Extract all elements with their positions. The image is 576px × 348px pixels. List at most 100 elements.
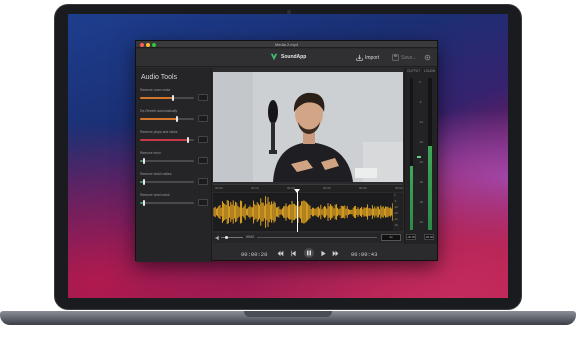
audio-tool-slider-track[interactable]	[140, 97, 194, 99]
play-icon[interactable]	[320, 250, 327, 257]
pause-button[interactable]	[304, 248, 314, 258]
waveform-area[interactable]: 0 -6 -12 -18 -24 -30	[213, 193, 403, 231]
audio-tool-slider-knob[interactable]	[176, 116, 178, 122]
import-icon	[356, 54, 363, 61]
waveform-db-tick: -18	[394, 212, 398, 215]
toolbar: SoundApp Import Save...	[136, 49, 437, 67]
loudness-target-marker[interactable]	[417, 156, 421, 158]
meter-scale-tick: 0	[419, 80, 421, 84]
video-preview[interactable]	[213, 72, 403, 182]
meter-scale-tick: -36	[419, 200, 424, 204]
audio-tool-slider-knob[interactable]	[172, 95, 174, 101]
save-label: Save...	[401, 54, 417, 61]
timeline-scrub-bar[interactable]	[257, 237, 377, 238]
video-frame-person-with-microphone	[213, 72, 403, 182]
audio-tool-slider-track[interactable]	[140, 139, 194, 141]
timeline-ruler[interactable]: 00:00 00:10 00:20 00:30 00:40 00:50	[213, 184, 403, 192]
audio-tool-5: Remove wind rustles	[140, 172, 210, 190]
audio-tool-value-field[interactable]	[198, 178, 208, 185]
window-title: Media 2.mp4	[274, 42, 299, 47]
audio-tool-value-field[interactable]	[198, 136, 208, 143]
timeline-controls: 00:00 1x	[213, 233, 403, 243]
meter-scale-tick: -42	[419, 220, 424, 224]
current-time: 00:00:20	[241, 251, 268, 258]
audio-tools-sidebar: Audio Tools Remove room noise De-Reverb a…	[136, 68, 212, 262]
loudness-meter-label: LOUDN	[424, 69, 436, 73]
waveform-db-scale: 0 -6 -12 -18 -24 -30	[393, 193, 403, 231]
loudness-meter	[428, 78, 432, 230]
playhead[interactable]	[297, 192, 298, 232]
waveform-db-tick: -12	[394, 206, 398, 209]
audio-tool-label: Remove plops and clicks	[140, 130, 178, 134]
ruler-tick-label: 00:40	[359, 186, 367, 190]
laptop-base-notch	[244, 311, 332, 317]
playback-speed-select[interactable]: 1x	[381, 234, 401, 241]
brand: SoundApp	[270, 53, 306, 61]
step-back-icon[interactable]	[290, 250, 297, 257]
audio-tool-slider-knob[interactable]	[143, 158, 145, 164]
output-meter	[410, 78, 413, 230]
audio-tool-label: De-Reverb automatically	[140, 109, 178, 113]
timeline-start-time: 00:00	[246, 235, 254, 239]
audio-tool-value-field[interactable]	[198, 157, 208, 164]
loudness-meter-fill	[428, 146, 432, 230]
waveform-db-tick: -6	[394, 200, 397, 203]
audio-tool-slider-track[interactable]	[140, 181, 194, 183]
audio-tool-slider-track[interactable]	[140, 202, 194, 204]
window-titlebar: Media 2.mp4	[136, 41, 437, 48]
total-time: 00:00:43	[351, 251, 378, 258]
loudness-peak-readout: -00:00	[424, 234, 434, 240]
ruler-tick-label: 00:50	[395, 186, 403, 190]
app-name: SoundApp	[281, 54, 307, 60]
transport-bar: 00:00:20 00:00:43	[213, 244, 437, 262]
main-area: 00:00 00:10 00:20 00:30 00:40 00:50 0 -6 -12 -18…	[213, 68, 437, 262]
import-button[interactable]: Import	[356, 54, 379, 61]
skip-to-start-icon[interactable]	[277, 250, 284, 257]
import-label: Import	[365, 54, 380, 61]
waveform-db-tick: 0	[394, 194, 396, 197]
audio-tool-slider-knob[interactable]	[187, 137, 189, 143]
ruler-tick-label: 00:30	[323, 186, 331, 190]
meter-scale-tick: -24	[419, 160, 424, 164]
save-icon	[392, 54, 399, 61]
audio-tool-value-field[interactable]	[198, 199, 208, 206]
meter-scale-tick: -12	[419, 120, 424, 124]
volume-slider-knob[interactable]	[225, 236, 228, 239]
waveform-db-tick: -30	[394, 224, 398, 227]
settings-button[interactable]	[424, 54, 431, 61]
level-meters: OUTPUT LOUDN 0 -6 -12 -18 -24 -30 -36 -42 -00:0…	[404, 68, 437, 244]
skip-forward-icon[interactable]	[332, 250, 339, 257]
output-peak-readout: -00:00	[406, 234, 416, 240]
audio-tool-1: Remove room noise	[140, 88, 210, 106]
ruler-tick-label: 00:00	[215, 186, 223, 190]
audio-tool-label: Remove echo	[140, 151, 161, 155]
output-meter-label: OUTPUT	[407, 69, 421, 73]
audio-tool-4: Remove echo	[140, 151, 210, 169]
meter-scale-tick: -6	[419, 100, 422, 104]
audio-tool-2: De-Reverb automatically	[140, 109, 210, 127]
gear-icon	[424, 54, 431, 61]
ruler-tick-label: 00:20	[287, 186, 295, 190]
audio-waveform	[213, 196, 393, 228]
ruler-tick-label: 00:10	[251, 186, 259, 190]
audio-tool-value-field[interactable]	[198, 115, 208, 122]
audio-tool-slider-track[interactable]	[140, 160, 194, 162]
audio-tool-label: Remove wind rustles	[140, 172, 172, 176]
audio-tool-slider-knob[interactable]	[143, 200, 145, 206]
audio-tool-slider-track[interactable]	[140, 118, 194, 120]
soundapp-logo-icon	[270, 53, 278, 61]
save-button[interactable]: Save...	[392, 54, 417, 61]
sidebar-heading: Audio Tools	[141, 74, 178, 81]
pause-icon	[307, 250, 311, 256]
marketing-stage: Media 2.mp4 SoundApp Import Save... Audi…	[0, 0, 576, 348]
output-meter-fill	[410, 166, 413, 230]
audio-tool-value-field[interactable]	[198, 94, 208, 101]
volume-icon[interactable]	[215, 235, 221, 241]
meter-scale-tick: -18	[419, 140, 424, 144]
meter-scale-tick: -30	[419, 180, 424, 184]
audio-tool-3: Remove plops and clicks	[140, 130, 210, 148]
audio-tool-slider-knob[interactable]	[143, 179, 145, 185]
audio-tool-label: Remove wind noise	[140, 193, 170, 197]
audio-tool-6: Remove wind noise	[140, 193, 210, 211]
audio-tool-label: Remove room noise	[140, 88, 171, 92]
